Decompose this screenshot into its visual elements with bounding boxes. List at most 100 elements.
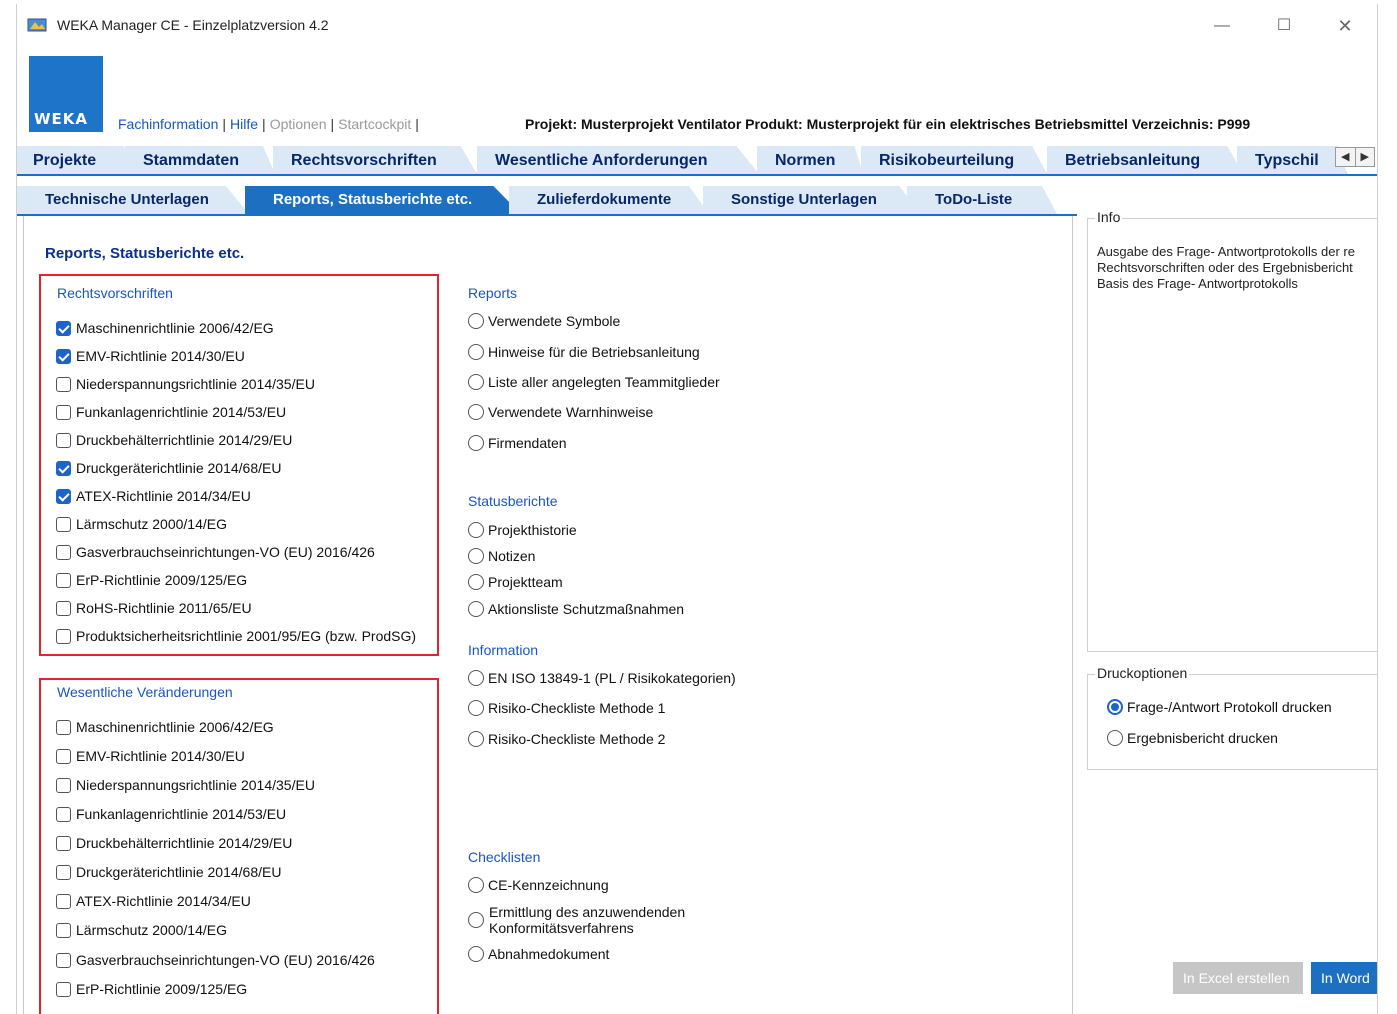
- checkbox-checked-icon[interactable]: [56, 349, 71, 364]
- print-option-row[interactable]: Ergebnisbericht drucken: [1107, 728, 1278, 748]
- information-radio-row[interactable]: EN ISO 13849-1 (PL / Risikokategorien): [468, 668, 736, 688]
- status-radio-row[interactable]: Notizen: [468, 546, 535, 566]
- report-radio-row[interactable]: Verwendete Symbole: [468, 311, 620, 331]
- report-radio-row[interactable]: Verwendete Warnhinweise: [468, 402, 653, 422]
- radio-icon[interactable]: [468, 731, 484, 747]
- radio-icon[interactable]: [468, 700, 484, 716]
- checkbox-icon[interactable]: [56, 778, 71, 793]
- rv-checkbox-row[interactable]: RoHS-Richtlinie 2011/65/EU: [56, 598, 252, 618]
- wv-checkbox-row[interactable]: Gasverbrauchseinrichtungen-VO (EU) 2016/…: [56, 950, 375, 970]
- checkbox-icon[interactable]: [56, 377, 71, 392]
- radio-icon[interactable]: [468, 435, 484, 451]
- link-fachinformation[interactable]: Fachinformation: [118, 116, 218, 132]
- status-radio-row[interactable]: Aktionsliste Schutzmaßnahmen: [468, 599, 684, 619]
- radio-icon[interactable]: [468, 946, 484, 962]
- print-option-row[interactable]: Frage-/Antwort Protokoll drucken: [1107, 697, 1332, 717]
- information-radio-row[interactable]: Risiko-Checkliste Methode 1: [468, 698, 665, 718]
- radio-icon[interactable]: [468, 404, 484, 420]
- rv-checkbox-row[interactable]: Lärmschutz 2000/14/EG: [56, 514, 227, 534]
- link-hilfe[interactable]: Hilfe: [230, 116, 258, 132]
- checkbox-icon[interactable]: [56, 601, 71, 616]
- checkbox-icon[interactable]: [56, 573, 71, 588]
- radio-icon[interactable]: [468, 522, 484, 538]
- scroll-right-icon[interactable]: ▶: [1356, 148, 1375, 166]
- rv-checkbox-row[interactable]: EMV-Richtlinie 2014/30/EU: [56, 346, 245, 366]
- subtab-todo-liste[interactable]: ToDo-Liste: [907, 186, 1057, 214]
- radio-icon[interactable]: [468, 601, 484, 617]
- checkbox-checked-icon[interactable]: [56, 461, 71, 476]
- wv-checkbox-row[interactable]: ATEX-Richtlinie 2014/34/EU: [56, 891, 251, 911]
- wv-checkbox-row[interactable]: ErP-Richtlinie 2009/125/EG: [56, 979, 247, 999]
- information-radio-row[interactable]: Risiko-Checkliste Methode 2: [468, 729, 665, 749]
- checkbox-icon[interactable]: [56, 405, 71, 420]
- report-radio-row[interactable]: Liste aller angelegten Teammitglieder: [468, 372, 720, 392]
- subtab-zulieferdokumente[interactable]: Zulieferdokumente: [509, 186, 709, 214]
- report-radio-row[interactable]: Hinweise für die Betriebsanleitung: [468, 342, 700, 362]
- tab-stammdaten[interactable]: Stammdaten: [125, 146, 275, 174]
- checkbox-icon[interactable]: [56, 953, 71, 968]
- tab-betriebsanleitung[interactable]: Betriebsanleitung: [1047, 146, 1243, 174]
- radio-icon[interactable]: [468, 344, 484, 360]
- checklist-radio-row[interactable]: CE-Kennzeichnung: [468, 875, 609, 895]
- rv-checkbox-row[interactable]: Druckbehälterrichtlinie 2014/29/EU: [56, 430, 292, 450]
- checkbox-icon[interactable]: [56, 865, 71, 880]
- status-radio-row[interactable]: Projektteam: [468, 572, 563, 592]
- radio-icon[interactable]: [468, 877, 484, 893]
- link-startcockpit[interactable]: Startcockpit: [338, 116, 411, 132]
- link-optionen[interactable]: Optionen: [270, 116, 327, 132]
- checkbox-icon[interactable]: [56, 807, 71, 822]
- wv-checkbox-row[interactable]: Druckbehälterrichtlinie 2014/29/EU: [56, 833, 292, 853]
- rv-checkbox-row[interactable]: Druckgeräterichtlinie 2014/68/EU: [56, 458, 281, 478]
- subtab-reports[interactable]: Reports, Statusberichte etc.: [245, 186, 521, 214]
- checkbox-icon[interactable]: [56, 517, 71, 532]
- status-radio-row[interactable]: Projekthistorie: [468, 520, 577, 540]
- minimize-button[interactable]: —: [1207, 12, 1237, 40]
- radio-checked-icon[interactable]: [1107, 699, 1123, 715]
- tab-normen[interactable]: Normen: [757, 146, 863, 174]
- radio-icon[interactable]: [468, 912, 484, 928]
- radio-icon[interactable]: [468, 670, 484, 686]
- word-button[interactable]: In Word: [1311, 962, 1377, 994]
- wv-checkbox-row[interactable]: Lärmschutz 2000/14/EG: [56, 920, 227, 940]
- wv-checkbox-row[interactable]: Druckgeräterichtlinie 2014/68/EU: [56, 862, 281, 882]
- radio-icon[interactable]: [468, 313, 484, 329]
- radio-icon[interactable]: [468, 574, 484, 590]
- rv-checkbox-row[interactable]: Maschinenrichtlinie 2006/42/EG: [56, 318, 274, 338]
- wv-checkbox-row[interactable]: EMV-Richtlinie 2014/30/EU: [56, 746, 245, 766]
- radio-icon[interactable]: [1107, 730, 1123, 746]
- wv-checkbox-row[interactable]: Funkanlagenrichtlinie 2014/53/EU: [56, 804, 286, 824]
- checkbox-checked-icon[interactable]: [56, 321, 71, 336]
- wv-checkbox-row[interactable]: Niederspannungsrichtlinie 2014/35/EU: [56, 775, 315, 795]
- excel-button[interactable]: In Excel erstellen: [1173, 962, 1303, 994]
- tab-typschild[interactable]: Typschil: [1237, 146, 1347, 174]
- rv-checkbox-row[interactable]: Produktsicherheitsrichtlinie 2001/95/EG …: [56, 626, 416, 646]
- rv-checkbox-row[interactable]: Niederspannungsrichtlinie 2014/35/EU: [56, 374, 315, 394]
- checkbox-icon[interactable]: [56, 836, 71, 851]
- tab-wesentliche-anforderungen[interactable]: Wesentliche Anforderungen: [477, 146, 759, 174]
- tab-projekte[interactable]: Projekte: [17, 146, 133, 174]
- rv-checkbox-row[interactable]: Gasverbrauchseinrichtungen-VO (EU) 2016/…: [56, 542, 375, 562]
- report-radio-row[interactable]: Firmendaten: [468, 433, 567, 453]
- maximize-button[interactable]: ☐: [1269, 12, 1299, 40]
- checkbox-checked-icon[interactable]: [56, 489, 71, 504]
- checkbox-icon[interactable]: [56, 749, 71, 764]
- checkbox-icon[interactable]: [56, 923, 71, 938]
- checkbox-icon[interactable]: [56, 982, 71, 997]
- rv-checkbox-row[interactable]: ErP-Richtlinie 2009/125/EG: [56, 570, 247, 590]
- tab-risikobeurteilung[interactable]: Risikobeurteilung: [861, 146, 1047, 174]
- close-button[interactable]: ✕: [1330, 12, 1360, 40]
- subtab-technische-unterlagen[interactable]: Technische Unterlagen: [17, 186, 249, 214]
- checklist-radio-row[interactable]: Ermittlung des anzuwendenden Konformitäts…: [468, 904, 728, 938]
- rv-checkbox-row[interactable]: ATEX-Richtlinie 2014/34/EU: [56, 486, 251, 506]
- checkbox-icon[interactable]: [56, 545, 71, 560]
- checkbox-icon[interactable]: [56, 720, 71, 735]
- tab-rechtsvorschriften[interactable]: Rechtsvorschriften: [273, 146, 477, 174]
- scroll-left-icon[interactable]: ◀: [1336, 148, 1356, 166]
- radio-icon[interactable]: [468, 374, 484, 390]
- wv-checkbox-row[interactable]: Maschinenrichtlinie 2006/42/EG: [56, 717, 274, 737]
- subtab-sonstige-unterlagen[interactable]: Sonstige Unterlagen: [703, 186, 921, 214]
- radio-icon[interactable]: [468, 548, 484, 564]
- checkbox-icon[interactable]: [56, 433, 71, 448]
- checkbox-icon[interactable]: [56, 894, 71, 909]
- checklist-radio-row[interactable]: Abnahmedokument: [468, 944, 609, 964]
